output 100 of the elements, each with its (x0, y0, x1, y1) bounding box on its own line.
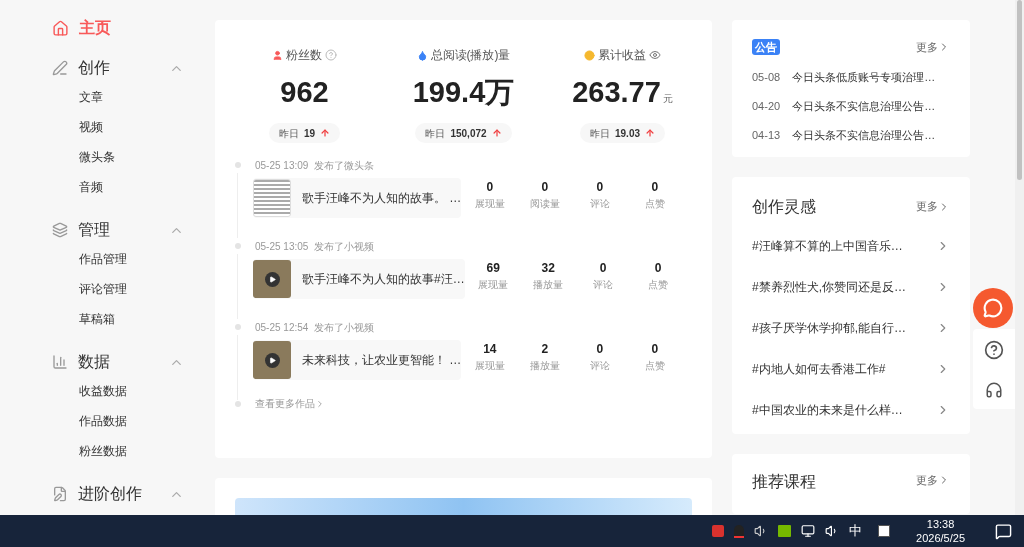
publish-time: 05-25 12:54 (255, 320, 309, 335)
nav-item[interactable]: 收益数据 (79, 376, 215, 406)
work-title: 歌手汪峰不为人知的故事。 … (302, 190, 462, 207)
card-title: 推荐课程 (752, 471, 816, 492)
metric-value: 0 (596, 179, 604, 196)
publish-action: 发布了小视频 (314, 239, 375, 254)
stat-value: 263.77 (572, 75, 661, 110)
clock-time[interactable]: 13:38 (926, 517, 955, 531)
metric-value: 0 (654, 260, 662, 277)
card-title: 创作灵感 (752, 196, 816, 217)
metric-value: 0 (651, 341, 659, 358)
nav-item[interactable]: 视频 (79, 112, 215, 142)
metric-value: 0 (486, 179, 494, 196)
more-link[interactable]: 更多 (916, 471, 950, 488)
metric-value: 0 (599, 260, 607, 277)
notice-item[interactable]: 04-13 今日头条不实信息治理公告… (752, 126, 950, 143)
notice-item[interactable]: 04-20 今日头条不实信息治理公告… (752, 97, 950, 114)
metric-label: 点赞 (648, 278, 669, 292)
nav-item[interactable]: 文章 (79, 82, 215, 112)
play-icon (264, 352, 280, 368)
metric-value: 0 (541, 179, 549, 196)
nav-item[interactable]: 评论管理 (79, 274, 215, 304)
metric-value: 0 (651, 179, 659, 196)
up-arrow-icon (320, 128, 331, 138)
chat-bot-button[interactable] (973, 288, 1013, 328)
up-arrow-icon (645, 128, 655, 138)
nav-item[interactable]: 微头条 (79, 142, 215, 172)
work-title: 未来科技，让农业更智能！ … (302, 352, 462, 369)
nav-item[interactable]: 粉丝数据 (79, 436, 215, 466)
yesterday-pill: 昨日 19 (268, 123, 341, 143)
metric-label: 展现量 (474, 197, 505, 211)
work-title: 歌手汪峰不为人知的故事#汪… (302, 271, 465, 288)
help-icon (325, 49, 337, 61)
stat-unit: 元 (662, 92, 673, 106)
metric-value: 0 (596, 341, 604, 358)
metric-value: 32 (541, 260, 555, 277)
publish-action: 发布了小视频 (314, 320, 375, 335)
chat-bubble-icon (983, 298, 1003, 318)
stat-label: 总阅读(播放)量 (430, 47, 511, 64)
nav-group-header[interactable]: 创作 (52, 56, 184, 80)
nav-group-icon (52, 486, 68, 502)
coin-icon (584, 49, 595, 61)
help-icon[interactable] (984, 339, 1004, 360)
nav-group-header[interactable]: 进阶创作 (52, 482, 184, 506)
text-image-thumbnail (253, 179, 291, 217)
nav-item[interactable]: 作品管理 (79, 244, 215, 274)
topic-item[interactable]: #孩子厌学休学抑郁,能自行… (752, 314, 950, 342)
nav-item[interactable]: 音频 (79, 172, 215, 202)
nav-group-icon (52, 354, 68, 370)
yesterday-pill: 昨日 150,072 (415, 123, 512, 143)
metric-label: 阅读量 (529, 197, 560, 211)
metric-label: 播放量 (533, 278, 564, 292)
notification-icon[interactable] (995, 522, 1012, 540)
metric-label: 评论 (589, 359, 610, 373)
chevron-right-icon (315, 398, 325, 409)
metric-value: 69 (486, 260, 500, 277)
headset-icon[interactable] (985, 380, 1003, 399)
metric-label: 展现量 (478, 278, 509, 292)
network-icon[interactable] (801, 524, 816, 538)
yesterday-pill: 昨日 19.03 (580, 123, 665, 143)
clock-date[interactable]: 2026/5/25 (916, 531, 965, 545)
more-link[interactable]: 更多 (916, 198, 950, 215)
metric-value: 14 (483, 341, 497, 358)
topic-item[interactable]: #中国农业的未来是什么样… (752, 396, 950, 424)
stat-value: 199.4万 (412, 75, 515, 110)
metric-label: 评论 (593, 278, 614, 292)
scrollbar-thumb[interactable] (1017, 0, 1022, 180)
tray-gpu-icon[interactable] (778, 525, 792, 537)
stat-value: 962 (280, 75, 329, 110)
metric-label: 点赞 (644, 359, 665, 373)
stat-label: 累计收益 (598, 47, 646, 64)
nav-group-header[interactable]: 数据 (52, 350, 184, 374)
play-icon (264, 271, 280, 287)
topic-item[interactable]: #内地人如何去香港工作# (752, 355, 950, 383)
nav-item[interactable]: 作品数据 (79, 406, 215, 436)
work-card[interactable]: 未来科技，让农业更智能！ … (253, 340, 462, 380)
notice-item[interactable]: 05-08 今日头条低质账号专项治理… (752, 68, 950, 85)
work-card[interactable]: 歌手汪峰不为人知的故事。 … (253, 178, 462, 218)
metric-label: 展现量 (474, 359, 505, 373)
metric-label: 点赞 (644, 197, 665, 211)
topic-item[interactable]: #汪峰算不算的上中国音乐… (752, 232, 950, 260)
nav-group-icon (52, 60, 68, 76)
tray-app-icon[interactable] (712, 525, 725, 537)
nav-group-icon (52, 222, 68, 238)
ime-indicator[interactable]: 中 (849, 521, 863, 541)
home-icon (52, 19, 69, 37)
work-card[interactable]: 歌手汪峰不为人知的故事#汪… (253, 259, 465, 299)
ime-pad-icon[interactable] (878, 525, 891, 537)
stat-label: 粉丝数 (286, 47, 322, 64)
publish-time: 05-25 13:05 (255, 239, 309, 254)
notice-badge: 公告 (752, 39, 780, 56)
tray-penguin-icon[interactable] (734, 524, 745, 538)
nav-item[interactable]: 草稿箱 (79, 304, 215, 334)
more-link[interactable]: 更多 (916, 39, 950, 56)
droplet-icon (416, 49, 428, 61)
topic-item[interactable]: #禁养烈性犬,你赞同还是反… (752, 273, 950, 301)
metric-label: 播放量 (529, 359, 560, 373)
metric-label: 评论 (589, 197, 610, 211)
nav-group-header[interactable]: 管理 (52, 218, 184, 242)
publish-action: 发布了微头条 (314, 158, 375, 173)
